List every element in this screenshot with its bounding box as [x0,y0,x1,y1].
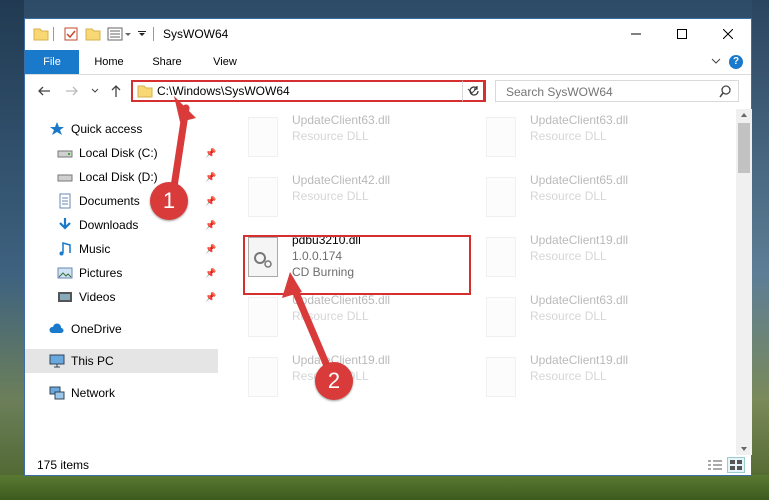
annotation-badge-1: 1 [150,182,188,220]
annotation-arrows [168,96,337,384]
annotation-badge-2: 2 [315,362,353,400]
